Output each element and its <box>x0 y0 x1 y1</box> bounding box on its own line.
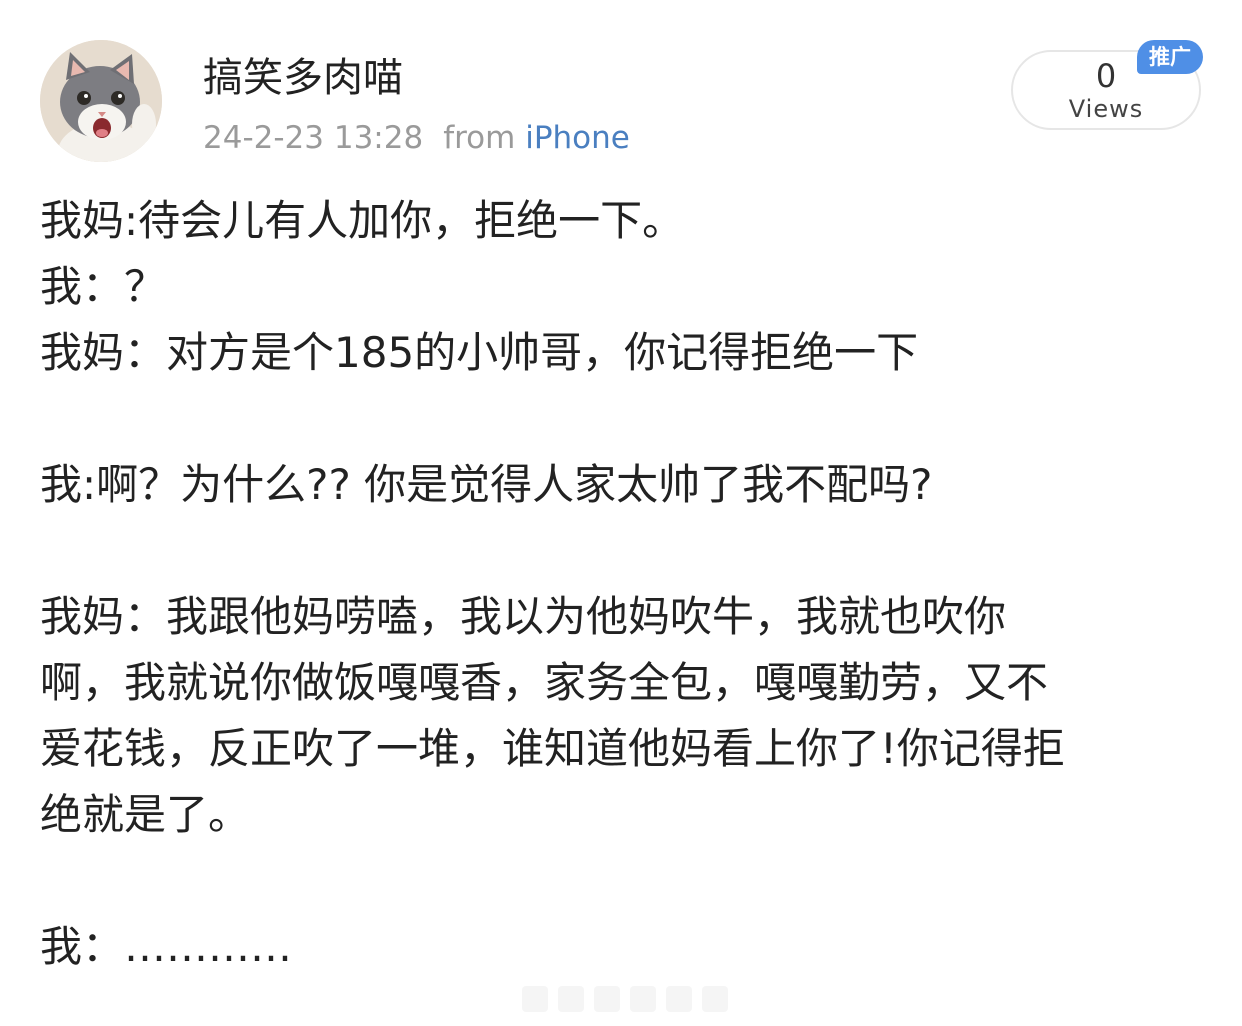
post-line: 我:啊？为什么?? 你是觉得人家太帅了我不配吗? <box>40 460 933 509</box>
faded-watermark <box>522 986 732 1012</box>
watermark-glyph <box>630 986 656 1012</box>
post-line: 绝就是了。 <box>40 790 251 839</box>
post-line: 我妈：对方是个185的小帅哥，你记得拒绝一下 <box>40 328 919 377</box>
post-line: 我妈：我跟他妈唠嗑，我以为他妈吹牛，我就也吹你 <box>40 592 1007 641</box>
post-line: 我妈:待会儿有人加你，拒绝一下。 <box>40 196 685 245</box>
post-meta: 24-2-23 13:28 from iPhone <box>203 118 630 158</box>
post-line: 爱花钱，反正吹了一堆，谁知道他妈看上你了!你记得拒 <box>40 724 1065 773</box>
post-line <box>40 848 1200 914</box>
watermark-glyph <box>702 986 728 1012</box>
views-label: Views <box>1068 95 1144 123</box>
cat-avatar-icon <box>40 40 162 162</box>
avatar[interactable] <box>40 40 162 162</box>
post-line <box>40 386 1200 452</box>
promo-badge: 推广 <box>1137 40 1203 74</box>
watermark-glyph <box>594 986 620 1012</box>
post-source-link[interactable]: iPhone <box>525 120 630 156</box>
post-line: 啊，我就说你做饭嘎嘎香，家务全包，嘎嘎勤劳，又不 <box>40 658 1049 707</box>
post-line: 我：………… <box>40 922 293 971</box>
author-name[interactable]: 搞笑多肉喵 <box>203 54 403 102</box>
watermark-glyph <box>666 986 692 1012</box>
from-label: from <box>443 120 516 156</box>
post-line: 我：？ <box>40 262 167 311</box>
post-text: 我妈:待会儿有人加你，拒绝一下。 我：？ 我妈：对方是个185的小帅哥，你记得拒… <box>40 188 1200 980</box>
watermark-glyph <box>558 986 584 1012</box>
post-time: 24-2-23 13:28 <box>203 120 424 156</box>
watermark-glyph <box>522 986 548 1012</box>
post-line <box>40 518 1200 584</box>
